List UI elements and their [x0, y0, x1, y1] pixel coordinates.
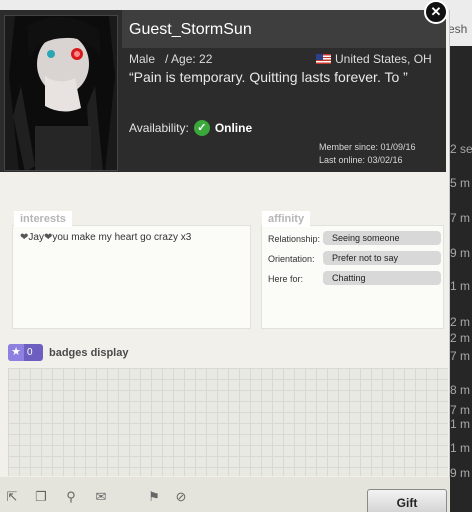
background-row: 7 m — [450, 403, 471, 417]
badges-grid — [8, 368, 448, 476]
location: United States, OH — [316, 52, 432, 66]
age: / Age: 22 — [165, 52, 213, 66]
us-flag-icon — [316, 54, 331, 64]
gender: Male — [129, 52, 156, 66]
avatar-image — [5, 16, 117, 170]
interests-text: ❤Jay❤you make my heart go crazy x3 — [20, 232, 191, 243]
affinity-label-here-for: Here for: — [268, 274, 304, 284]
background-row: 2 se — [450, 142, 472, 156]
badge-count-value: 0 — [27, 347, 33, 358]
status-quote: “Pain is temporary. Quitting lasts forev… — [129, 69, 408, 85]
star-icon: ★ — [8, 344, 24, 361]
affinity-value-here-for: Chatting — [323, 271, 441, 285]
profile-header: Guest_StormSun Male / Age: 22 United Sta… — [0, 10, 446, 172]
close-button[interactable]: ✕ — [424, 0, 448, 24]
flag-icon[interactable]: ⚑ — [146, 489, 162, 505]
background-row: 2 m — [450, 315, 471, 329]
online-check-icon: ✓ — [193, 120, 210, 136]
affinity-title: affinity — [262, 211, 311, 227]
username: Guest_StormSun — [129, 21, 252, 38]
background-row: 1 m — [450, 279, 471, 293]
affinity-value-orientation: Prefer not to say — [323, 251, 441, 265]
background-row: 9 m — [450, 466, 471, 480]
background-row: 2 m — [450, 331, 471, 345]
copy-icon[interactable]: ❐ — [33, 489, 49, 505]
availability-label: Availability: — [129, 121, 189, 135]
mail-icon[interactable]: ✉ — [93, 489, 109, 505]
background-topbar-text: esh — [448, 22, 468, 36]
background-list: 2 se 5 m 7 m 9 m 1 m 2 m 2 m 7 m 8 m 7 m… — [450, 46, 472, 512]
member-since: Member since: 01/09/16 — [319, 142, 416, 152]
external-link-icon[interactable]: ⇱ — [4, 489, 20, 505]
interest-segment: you make my heart go crazy x3 — [52, 232, 192, 243]
affinity-label-orientation: Orientation: — [268, 254, 315, 264]
background-row: 8 m — [450, 383, 471, 397]
background-row: 7 m — [450, 211, 471, 225]
location-text: United States, OH — [335, 52, 432, 66]
gift-button[interactable]: Gift — [367, 489, 447, 512]
background-row: 7 m — [450, 349, 471, 363]
badges-label: badges display — [49, 347, 129, 359]
affinity-label-relationship: Relationship: — [268, 234, 321, 244]
avatar[interactable] — [4, 15, 118, 171]
background-row: 9 m — [450, 246, 471, 260]
background-row: 5 m — [450, 176, 471, 190]
close-icon: ✕ — [430, 4, 442, 19]
affinity-value-relationship: Seeing someone — [323, 231, 441, 245]
badge-count[interactable]: ★ 0 — [8, 344, 43, 361]
last-online: Last online: 03/02/16 — [319, 155, 403, 165]
profile-popup: Guest_StormSun Male / Age: 22 United Sta… — [0, 10, 450, 512]
gift-tag-icon[interactable]: ⚲ — [63, 489, 79, 505]
gender-age: Male / Age: 22 — [129, 52, 212, 66]
background-row: 1 m — [450, 417, 471, 431]
availability-status: Online — [214, 121, 253, 135]
interests-title: interests — [14, 211, 72, 227]
background-row: 1 m — [450, 441, 471, 455]
interest-segment: Jay — [28, 232, 44, 243]
block-icon[interactable]: ⊘ — [173, 489, 189, 505]
availability: Availability: ✓ Online — [129, 120, 252, 136]
